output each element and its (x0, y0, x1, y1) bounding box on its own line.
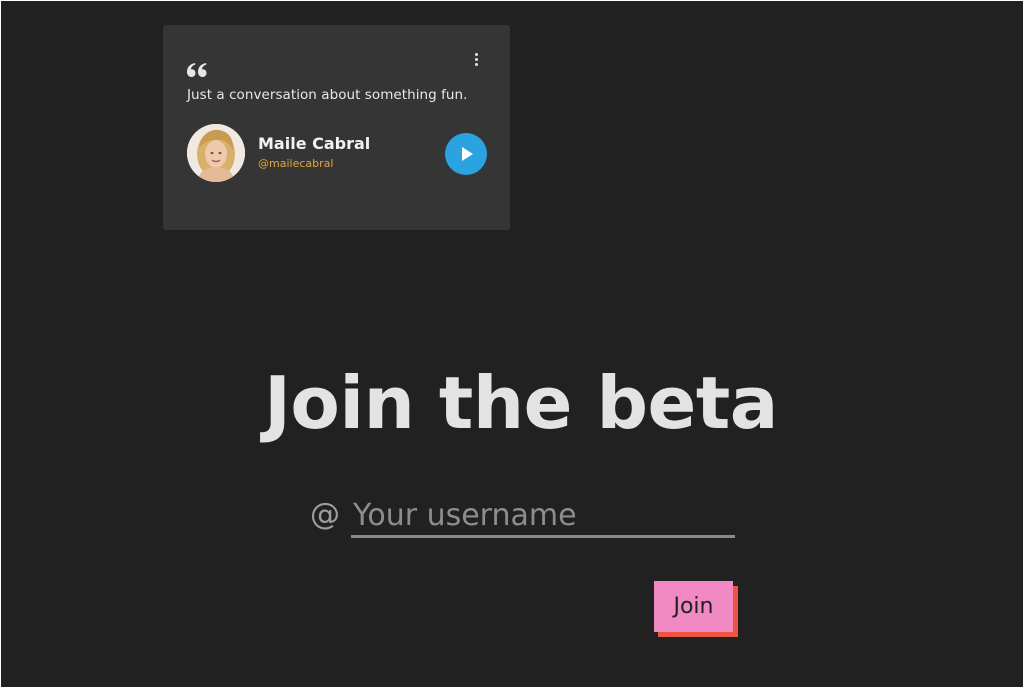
menu-dot (474, 57, 478, 61)
page-title: Join the beta (264, 361, 778, 445)
avatar (187, 124, 245, 182)
play-button[interactable] (445, 133, 487, 175)
play-icon (462, 147, 473, 161)
testimonial-quote: Just a conversation about something fun. (187, 87, 468, 103)
join-button[interactable]: Join (654, 581, 733, 632)
menu-dot (474, 52, 478, 56)
at-prefix: @ (310, 497, 340, 532)
author-handle[interactable]: @mailecabral (258, 157, 333, 170)
author-name: Maile Cabral (258, 134, 371, 153)
menu-dot (474, 62, 478, 66)
kebab-menu-icon[interactable] (468, 51, 484, 67)
avatar-photo (187, 124, 245, 182)
testimonial-card: Just a conversation about something fun.… (163, 25, 510, 230)
app-frame: Just a conversation about something fun.… (1, 1, 1023, 687)
quote-mark-icon (187, 63, 207, 77)
username-input[interactable] (351, 495, 735, 538)
